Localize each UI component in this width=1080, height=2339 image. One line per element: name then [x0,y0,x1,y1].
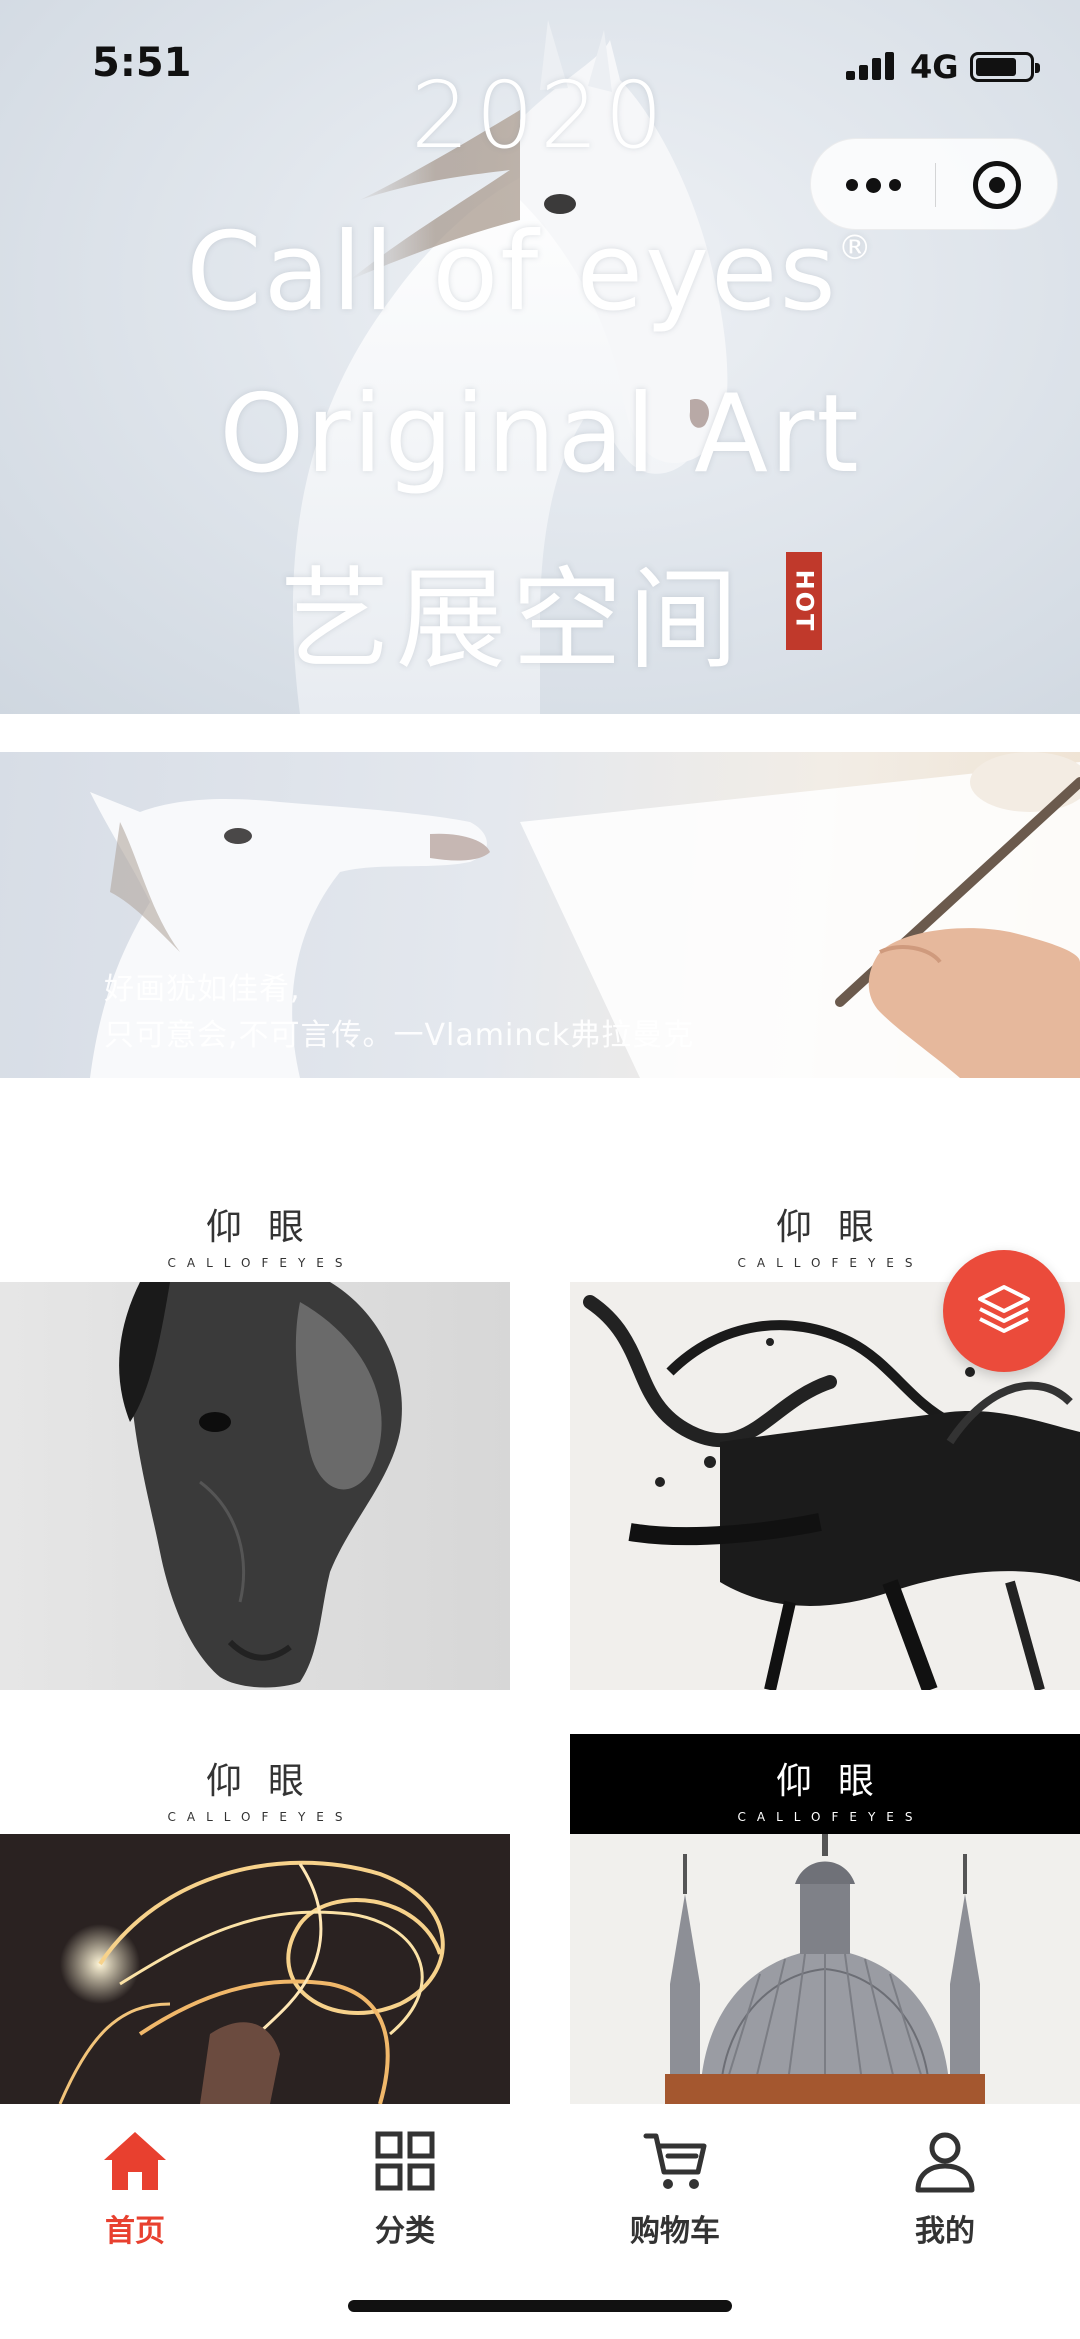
artwork-image [0,1282,510,1690]
brand-logo: 仰眼 CALLOFEYES [167,1207,354,1270]
tab-home[interactable]: 首页 [0,2118,270,2268]
product-card[interactable]: 仰眼 CALLOFEYES [570,1734,1080,2104]
hot-badge: HOT [786,552,822,650]
more-dots-icon[interactable] [811,139,935,231]
registered-mark: ® [837,228,874,268]
layers-button[interactable] [943,1250,1065,1372]
home-icon [104,2132,166,2190]
brand-logo: 仰眼 CALLOFEYES [167,1761,354,1824]
brand-logo: 仰眼 CALLOFEYES [737,1761,924,1824]
tab-mine[interactable]: 我的 [810,2118,1080,2268]
mini-program-capsule [810,138,1058,230]
artwork-image [0,1834,510,2104]
grid-icon [375,2131,435,2191]
tab-label: 我的 [915,2214,975,2249]
status-time: 5:51 [92,40,192,86]
light-painting-photo [58,1860,445,2104]
horse-head-photo [119,1282,402,1688]
artwork-image [570,1834,1080,2104]
signal-icon [846,50,896,80]
battery-icon [970,52,1040,82]
status-bar: 5:51 4G [0,0,1080,130]
hero-banner[interactable]: 2020 Call of eyes® Original Art 艺展空间 HOT… [0,0,1080,714]
cathedral-drawing [665,1834,985,2104]
tab-label: 分类 [375,2214,435,2249]
quote-banner[interactable]: 好画犹如佳肴, 只可意会,不可言传。一Vlaminck弗拉曼克 [0,752,1080,1078]
quote-line-2: 只可意会,不可言传。一Vlaminck弗拉曼克 [104,1018,695,1053]
network-type: 4G [910,48,959,86]
hero-title-call-of-eyes: Call of eyes [186,210,838,335]
tab-label: 首页 [105,2214,165,2249]
hero-cn-title: 艺展空间 [280,556,744,684]
product-card[interactable]: 仰眼 CALLOFEYES [0,1180,510,1690]
mini-program-home: 2020 Call of eyes® Original Art 艺展空间 HOT… [0,0,1080,2339]
target-close-icon[interactable] [935,139,1059,231]
hero-title-line2: Original Art [219,372,861,497]
layers-icon [978,1285,1030,1333]
home-indicator[interactable] [348,2300,732,2312]
cart-icon [643,2133,707,2189]
quote-line-1: 好画犹如佳肴, [104,972,301,1007]
user-icon [915,2132,975,2193]
product-card[interactable]: 仰眼 CALLOFEYES [0,1734,510,2104]
tab-category[interactable]: 分类 [270,2118,540,2268]
tab-cart[interactable]: 购物车 [540,2118,810,2268]
tab-label: 购物车 [630,2214,720,2249]
